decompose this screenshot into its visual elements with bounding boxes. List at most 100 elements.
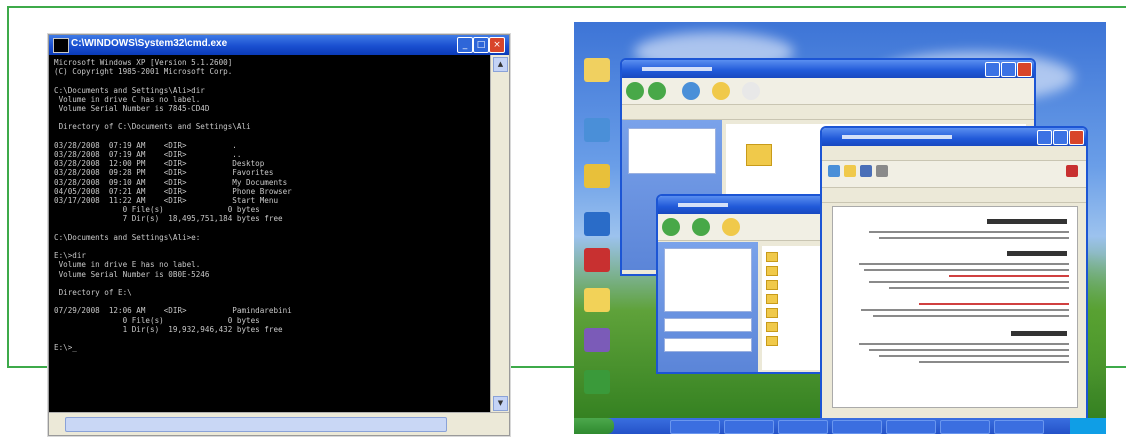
maximize-button[interactable] [1001,62,1016,77]
cmd-line: 03/28/2008 07:19 AM <DIR> .. [54,150,242,160]
taskbar-button[interactable] [670,420,720,434]
task-box[interactable] [628,128,716,174]
horizontal-scrollbar[interactable] [49,412,509,435]
folder-icon[interactable] [766,322,778,332]
views-icon[interactable] [742,82,760,100]
folders-icon[interactable] [722,218,740,236]
cmd-line [54,113,486,122]
document-heading [987,219,1067,224]
cmd-output[interactable]: Microsoft Windows XP [Version 5.1.2600](… [49,55,491,413]
cmd-line: 03/28/2008 07:19 AM <DIR> . [54,140,237,150]
scroll-thumb[interactable] [65,417,447,432]
highlighted-text [919,303,1069,305]
forward-button[interactable] [648,82,666,100]
taskbar-button[interactable] [994,420,1044,434]
window-title-bar[interactable] [822,128,1086,146]
cmd-title-bar[interactable]: C:\WINDOWS\System32\cmd.exe _ □ × [49,35,509,55]
task-box[interactable] [664,338,752,352]
vertical-scrollbar[interactable]: ▲ ▼ [490,55,509,413]
cmd-line [54,132,486,141]
forward-button[interactable] [692,218,710,236]
cmd-line: Volume in drive E has no label. [54,260,201,270]
cmd-line: Microsoft Windows XP [Version 5.1.2600] [54,58,233,67]
folder-icon[interactable] [584,288,610,312]
folder-icon[interactable] [766,252,778,262]
folder-icon[interactable] [766,308,778,318]
open-icon[interactable] [844,165,856,177]
folder-icon[interactable] [584,58,610,82]
start-button[interactable] [574,418,614,434]
scroll-up-icon[interactable]: ▲ [493,57,508,72]
cmd-line [54,297,486,306]
cmd-line: C:\Documents and Settings\Ali>dir [54,85,205,95]
task-box[interactable] [664,318,752,332]
folder-icon[interactable] [766,280,778,290]
windows-xp-desktop[interactable] [574,22,1106,434]
minimize-button[interactable] [1037,130,1052,145]
text-line [879,237,1069,239]
network-icon[interactable] [584,212,610,236]
frame-line-right [1106,366,1126,368]
address-bar[interactable] [622,105,1034,120]
print-icon[interactable] [876,165,888,177]
taskbar-button[interactable] [940,420,990,434]
back-button[interactable] [626,82,644,100]
cmd-line: Directory of C:\Documents and Settings\A… [54,122,251,132]
task-pane [658,242,758,372]
window-title [678,203,728,207]
cmd-line: 03/28/2008 12:00 PM <DIR> Desktop [54,159,265,169]
folders-icon[interactable] [712,82,730,100]
computer-icon[interactable] [584,118,610,142]
command-prompt-window[interactable]: C:\WINDOWS\System32\cmd.exe _ □ × Micros… [48,34,510,436]
cmd-line: 03/28/2008 09:28 PM <DIR> Favorites [54,168,274,178]
system-tray[interactable] [1070,418,1106,434]
cmd-line: Volume in drive C has no label. [54,94,201,104]
format-icon[interactable] [1066,165,1078,177]
documents-icon[interactable] [584,164,610,188]
text-line [859,343,1069,345]
taskbar-button[interactable] [832,420,882,434]
maximize-button[interactable] [1053,130,1068,145]
back-button[interactable] [662,218,680,236]
media-icon[interactable] [584,328,610,352]
cmd-line: 7 Dir(s) 18,495,751,184 bytes free [54,214,283,224]
cmd-line [54,279,486,288]
document-window[interactable] [820,126,1088,422]
close-button[interactable]: × [489,37,505,53]
cmd-line [54,242,486,251]
cmd-line: Volume Serial Number is 0B0E-5246 [54,269,210,279]
folder-icon[interactable] [746,144,772,166]
menu-bar[interactable] [822,146,1086,161]
toolbar [822,161,1086,188]
save-icon[interactable] [860,165,872,177]
taskbar-button[interactable] [778,420,828,434]
folder-icon[interactable] [766,294,778,304]
cmd-line: 0 File(s) 0 bytes [54,315,260,325]
cmd-line: 0 File(s) 0 bytes [54,205,260,215]
cmd-line: 07/29/2008 12:06 AM <DIR> Pamindarebini [54,306,292,316]
minimize-button[interactable]: _ [457,37,473,53]
scroll-down-icon[interactable]: ▼ [493,396,508,411]
folder-icon[interactable] [766,266,778,276]
taskbar-button[interactable] [886,420,936,434]
window-title-bar[interactable] [622,60,1034,78]
text-line [889,287,1069,289]
search-icon[interactable] [682,82,700,100]
recycle-bin-icon[interactable] [584,370,610,394]
window-title [842,135,952,139]
highlighted-text [949,275,1069,277]
text-line [869,231,1069,233]
maximize-button[interactable]: □ [473,37,489,53]
close-button[interactable] [1069,130,1084,145]
minimize-button[interactable] [985,62,1000,77]
frame-line-top [7,6,1126,8]
application-icon[interactable] [584,248,610,272]
document-page[interactable] [832,206,1078,408]
formatting-bar[interactable] [822,188,1086,203]
close-button[interactable] [1017,62,1032,77]
taskbar-button[interactable] [724,420,774,434]
new-icon[interactable] [828,165,840,177]
task-box[interactable] [664,248,752,312]
folder-icon[interactable] [766,336,778,346]
text-line [869,281,1069,283]
